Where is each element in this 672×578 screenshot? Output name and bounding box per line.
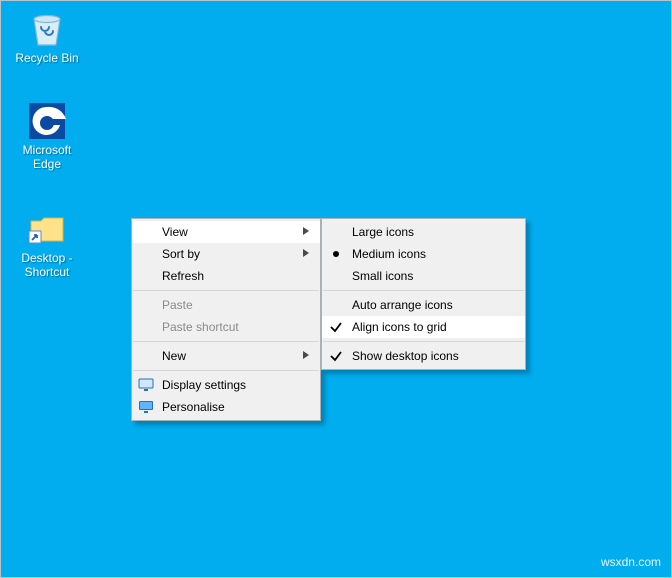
menu-label: Paste shortcut bbox=[162, 320, 239, 334]
menu-small-icons[interactable]: Small icons bbox=[322, 265, 525, 287]
radio-selected-icon bbox=[328, 246, 344, 262]
menu-label: Sort by bbox=[162, 247, 200, 261]
menu-separator bbox=[133, 341, 319, 342]
edge-icon bbox=[27, 101, 67, 141]
display-settings-icon bbox=[138, 377, 154, 393]
menu-separator bbox=[133, 290, 319, 291]
menu-refresh[interactable]: Refresh bbox=[132, 265, 320, 287]
menu-show-desktop-icons[interactable]: Show desktop icons bbox=[322, 345, 525, 367]
menu-label: Display settings bbox=[162, 378, 246, 392]
menu-label: Small icons bbox=[352, 269, 413, 283]
watermark: wsxdn.com bbox=[601, 555, 661, 569]
menu-medium-icons[interactable]: Medium icons bbox=[322, 243, 525, 265]
menu-label: Paste bbox=[162, 298, 193, 312]
context-menu-main: View Sort by Refresh Paste Paste shortcu… bbox=[131, 218, 321, 421]
menu-sort-by[interactable]: Sort by bbox=[132, 243, 320, 265]
menu-separator bbox=[133, 370, 319, 371]
submenu-arrow-icon bbox=[302, 349, 310, 363]
menu-separator bbox=[323, 290, 524, 291]
desktop-icon-label: Desktop - Shortcut bbox=[9, 251, 85, 280]
submenu-arrow-icon bbox=[302, 247, 310, 261]
desktop-icon-shortcut[interactable]: Desktop - Shortcut bbox=[9, 209, 85, 280]
menu-label: New bbox=[162, 349, 186, 363]
menu-personalise[interactable]: Personalise bbox=[132, 396, 320, 418]
desktop-icon-label: Recycle Bin bbox=[9, 51, 85, 65]
menu-display-settings[interactable]: Display settings bbox=[132, 374, 320, 396]
menu-auto-arrange[interactable]: Auto arrange icons bbox=[322, 294, 525, 316]
checkmark-icon bbox=[328, 348, 344, 364]
menu-new[interactable]: New bbox=[132, 345, 320, 367]
submenu-arrow-icon bbox=[302, 225, 310, 239]
desktop-icon-edge[interactable]: Microsoft Edge bbox=[9, 101, 85, 172]
menu-label: Show desktop icons bbox=[352, 349, 459, 363]
menu-label: View bbox=[162, 225, 188, 239]
menu-label: Medium icons bbox=[352, 247, 426, 261]
recycle-bin-icon bbox=[27, 9, 67, 49]
context-submenu-view: Large icons Medium icons Small icons Aut… bbox=[321, 218, 526, 370]
desktop-icon-label: Microsoft Edge bbox=[9, 143, 85, 172]
menu-label: Personalise bbox=[162, 400, 225, 414]
menu-label: Refresh bbox=[162, 269, 204, 283]
checkmark-icon bbox=[328, 319, 344, 335]
menu-paste-shortcut: Paste shortcut bbox=[132, 316, 320, 338]
desktop-icon-recycle-bin[interactable]: Recycle Bin bbox=[9, 9, 85, 65]
personalise-icon bbox=[138, 399, 154, 415]
menu-separator bbox=[323, 341, 524, 342]
menu-label: Auto arrange icons bbox=[352, 298, 453, 312]
folder-shortcut-icon bbox=[27, 209, 67, 249]
menu-large-icons[interactable]: Large icons bbox=[322, 221, 525, 243]
menu-label: Align icons to grid bbox=[352, 320, 447, 334]
menu-align-to-grid[interactable]: Align icons to grid bbox=[322, 316, 525, 338]
menu-label: Large icons bbox=[352, 225, 414, 239]
menu-view[interactable]: View bbox=[132, 221, 320, 243]
menu-paste: Paste bbox=[132, 294, 320, 316]
